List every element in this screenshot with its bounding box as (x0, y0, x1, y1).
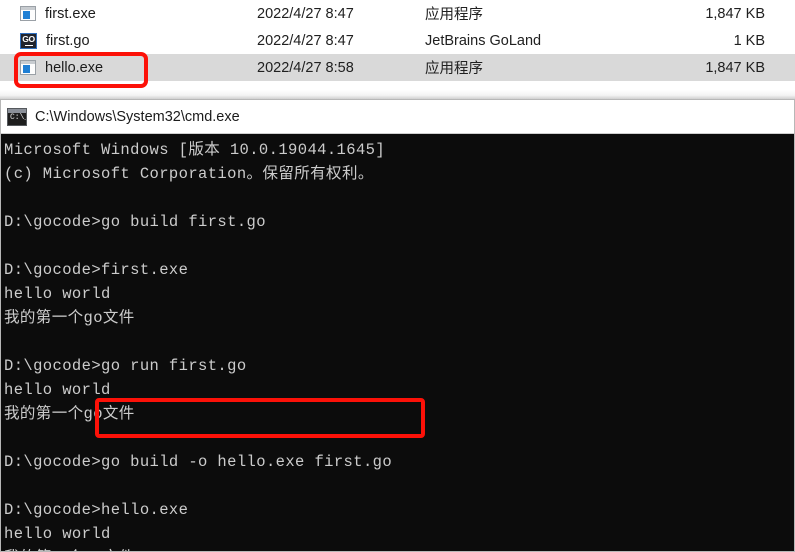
explorer-bottom-divider (0, 82, 795, 99)
file-name-label: first.exe (45, 5, 96, 22)
terminal-line: D:\gocode>hello.exe (4, 501, 189, 519)
go-icon-underline (24, 44, 33, 46)
file-name-label: hello.exe (45, 59, 104, 76)
terminal-line: D:\gocode>first.exe (4, 261, 189, 279)
cmd-output-area[interactable]: Microsoft Windows [版本 10.0.19044.1645] (… (1, 134, 794, 551)
terminal-line-highlighted-command: D:\gocode>go build -o hello.exe first.go (4, 453, 393, 471)
screenshot-root: first.exe 2022/4/27 8:47 应用程序 1,847 KB G… (0, 0, 795, 552)
file-type-cell: JetBrains GoLand (425, 32, 542, 49)
file-size-cell: 1,847 KB (705, 5, 765, 22)
terminal-line: 我的第一个go文件 (4, 309, 135, 327)
file-name-cell: hello.exe (0, 60, 232, 76)
table-row[interactable]: hello.exe 2022/4/27 8:58 应用程序 1,847 KB (0, 54, 795, 81)
terminal-line: 我的第一个go文件 (4, 405, 135, 423)
exe-application-icon (20, 60, 36, 75)
table-row[interactable]: GO first.go 2022/4/27 8:47 JetBrains GoL… (0, 27, 795, 54)
file-size-cell: 1,847 KB (705, 59, 765, 76)
file-type-cell: 应用程序 (425, 7, 483, 23)
terminal-line: hello world (4, 525, 111, 543)
file-date-cell: 2022/4/27 8:47 (257, 5, 354, 22)
table-row[interactable]: first.exe 2022/4/27 8:47 应用程序 1,847 KB (0, 0, 795, 27)
file-explorer-list: first.exe 2022/4/27 8:47 应用程序 1,847 KB G… (0, 0, 795, 99)
cmd-terminal-window[interactable]: C:\_ C:\Windows\System32\cmd.exe Microso… (0, 99, 795, 552)
file-date-cell: 2022/4/27 8:47 (257, 32, 354, 49)
file-name-cell: GO first.go (0, 32, 232, 49)
go-icon-text: GO (22, 33, 35, 44)
file-name-label: first.go (46, 32, 90, 49)
file-date-cell: 2022/4/27 8:58 (257, 59, 354, 76)
terminal-line: 我的第一个go文件 (4, 546, 794, 551)
cmd-window-title: C:\Windows\System32\cmd.exe (35, 108, 240, 125)
terminal-line: D:\gocode>go run first.go (4, 357, 247, 375)
cmd-title-bar[interactable]: C:\_ C:\Windows\System32\cmd.exe (1, 100, 794, 134)
terminal-line: hello world (4, 381, 111, 399)
goland-go-file-icon: GO (20, 32, 37, 49)
file-size-cell: 1 KB (733, 32, 765, 49)
terminal-line: D:\gocode>go build first.go (4, 213, 266, 231)
exe-application-icon (20, 6, 36, 21)
terminal-line: hello world (4, 285, 111, 303)
terminal-line: Microsoft Windows [版本 10.0.19044.1645] (4, 141, 386, 159)
cmd-console-icon: C:\_ (7, 107, 27, 126)
terminal-line: (c) Microsoft Corporation。保留所有权利。 (4, 165, 374, 183)
file-type-cell: 应用程序 (425, 61, 483, 77)
file-name-cell: first.exe (0, 6, 232, 22)
cmd-icon-glyph: C:\_ (10, 112, 26, 122)
